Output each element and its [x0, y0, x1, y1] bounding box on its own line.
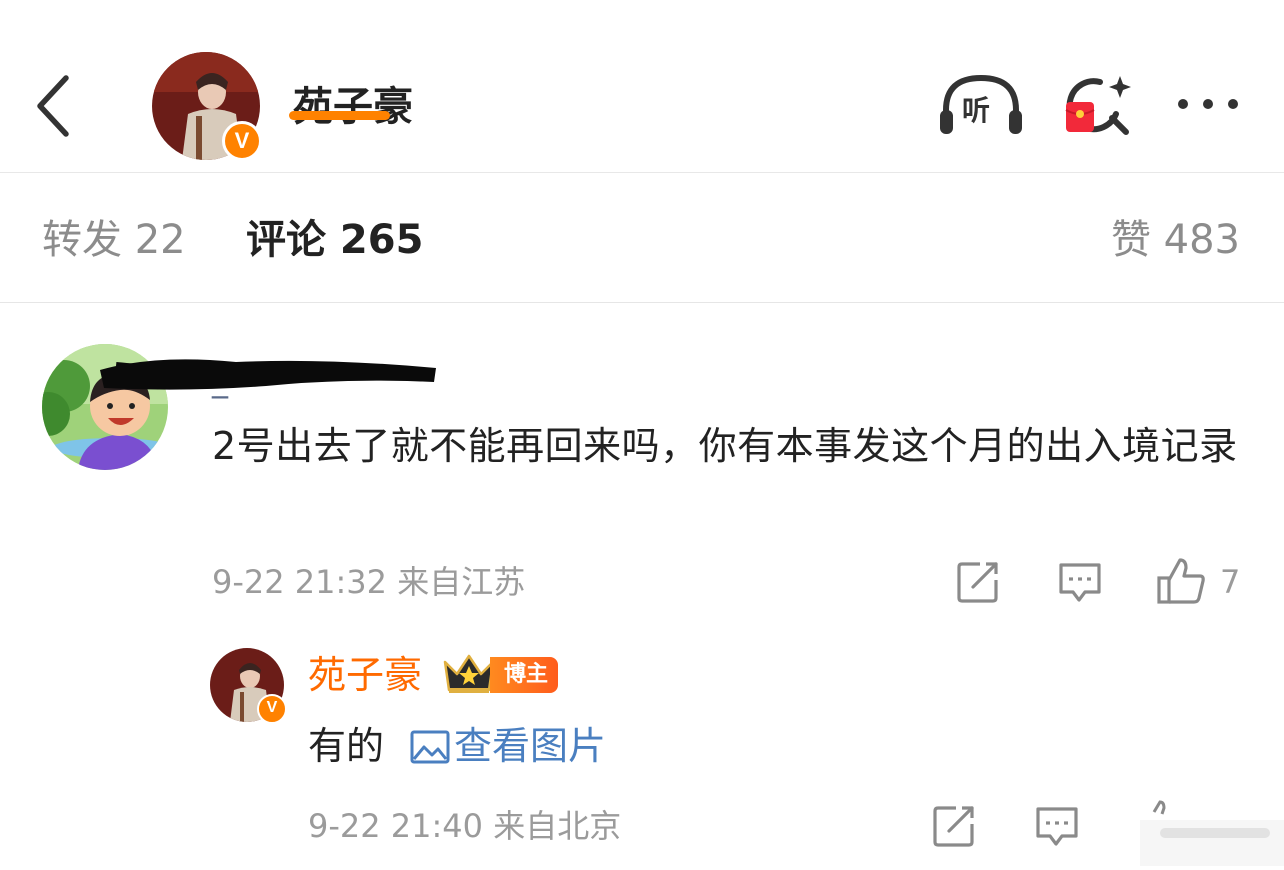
- repost-icon: [957, 562, 998, 603]
- tab-comments[interactable]: 评论 265: [246, 212, 423, 268]
- comment-like-count: 7: [1220, 563, 1241, 601]
- comment-text: 2号出去了就不能再回来吗，你有本事发这个月的出入境记录: [212, 424, 1238, 468]
- comment-reply-button[interactable]: [1057, 560, 1103, 604]
- verified-badge: V: [257, 694, 287, 724]
- repost-icon: [933, 806, 974, 847]
- more-icon-dot: [1203, 99, 1213, 109]
- tab-bar: 转发 22 评论 265 赞 483: [0, 172, 1284, 303]
- blogger-badge: 博主: [490, 657, 559, 693]
- back-button[interactable]: [28, 72, 84, 140]
- comment-meta: 9-22 21:32 来自江苏: [212, 563, 526, 601]
- view-image-link[interactable]: 查看图片: [410, 718, 606, 774]
- reply-text: 有的: [308, 724, 385, 768]
- reply-meta: 9-22 21:40 来自北京: [308, 807, 622, 845]
- page-title: 苑子豪: [293, 84, 413, 130]
- back-icon: [37, 75, 69, 137]
- verified-badge: V: [222, 121, 262, 161]
- red-packet-search-button[interactable]: [1060, 72, 1138, 140]
- tab-reposts[interactable]: 转发 22: [42, 212, 186, 268]
- more-icon-dot: [1228, 99, 1238, 109]
- red-packet-search-icon: [1065, 76, 1131, 135]
- reply-like-button[interactable]: [1140, 800, 1284, 866]
- crown-icon: [443, 654, 495, 693]
- image-icon: [410, 730, 450, 764]
- more-icon: [1178, 99, 1188, 109]
- reply-icon: [1059, 563, 1101, 602]
- thumbs-up-icon: [1140, 800, 1284, 866]
- reply-author[interactable]: 苑子豪: [308, 650, 422, 700]
- tab-likes[interactable]: 赞 483: [1111, 212, 1240, 268]
- reply-reply-button[interactable]: [1034, 804, 1080, 848]
- active-tab-indicator: [289, 111, 390, 120]
- more-button[interactable]: [1172, 86, 1244, 122]
- comment-repost-button[interactable]: [956, 560, 1002, 604]
- reply-repost-button[interactable]: [932, 804, 978, 848]
- view-image-label: 查看图片: [454, 724, 607, 768]
- comment-like-button[interactable]: [1156, 556, 1206, 606]
- thumbs-up-icon: [1157, 558, 1205, 604]
- reply-icon: [1036, 807, 1078, 846]
- listen-label: 听: [962, 94, 991, 127]
- redaction-scribble: [100, 359, 436, 390]
